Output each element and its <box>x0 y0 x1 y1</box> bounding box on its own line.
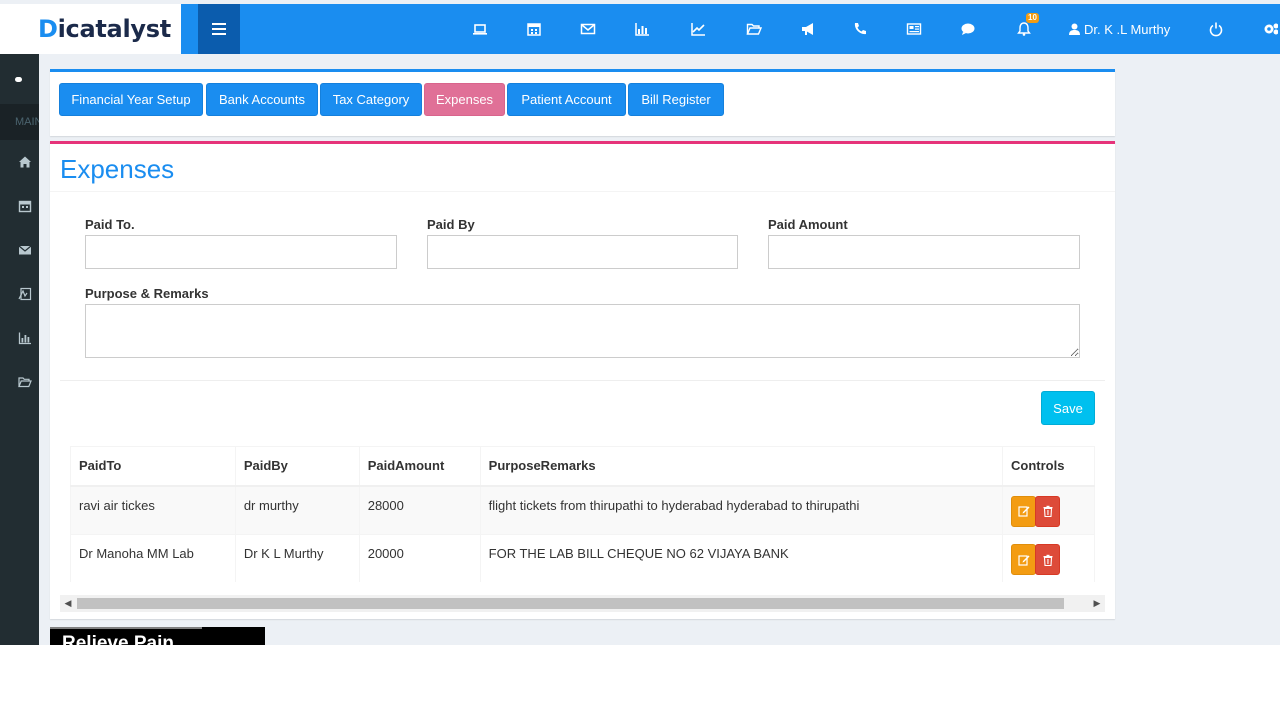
tab-tax-category[interactable]: Tax Category <box>320 83 422 116</box>
sidebar-user-status <box>0 54 39 104</box>
laptop-icon[interactable] <box>470 4 490 54</box>
user-icon <box>1069 23 1080 35</box>
column-header-paidto[interactable]: PaidTo <box>70 446 236 487</box>
envelope-icon <box>18 245 32 255</box>
app-viewport: Dicatalyst 10 Dr. K .L Murthy MAIN Finan… <box>0 0 1280 645</box>
hamburger-menu-icon[interactable] <box>198 4 240 54</box>
title-divider <box>50 191 1115 192</box>
calendar-icon <box>18 200 32 213</box>
phone-icon[interactable] <box>850 4 870 54</box>
column-header-paidamount[interactable]: PaidAmount <box>358 446 481 487</box>
edit-icon <box>1017 554 1030 566</box>
tab-financial-year-setup[interactable]: Financial Year Setup <box>59 83 203 116</box>
scroll-right-arrow-icon[interactable]: ▶ <box>1089 595 1105 612</box>
left-sidebar: MAIN <box>0 54 39 645</box>
cell-amount: 28000 <box>358 485 481 535</box>
paid-to-input[interactable] <box>85 235 397 269</box>
table-row: ravi air tickes dr murthy 28000 flight t… <box>70 485 1095 535</box>
settings-gears-icon[interactable] <box>1260 4 1280 54</box>
status-dot-icon <box>15 76 22 82</box>
trash-icon <box>1043 554 1053 566</box>
form-divider <box>60 380 1105 381</box>
cell-remarks: FOR THE LAB BILL CHEQUE NO 62 VIJAYA BAN… <box>479 534 1004 582</box>
bullhorn-icon[interactable] <box>798 4 818 54</box>
bell-icon[interactable]: 10 <box>1012 4 1039 54</box>
paid-to-label: Paid To. <box>85 217 135 232</box>
sidebar-item-mail[interactable] <box>0 228 39 272</box>
tab-bill-register[interactable]: Bill Register <box>628 83 724 116</box>
cell-remarks: flight tickets from thirupathi to hydera… <box>479 485 1004 535</box>
folder-icon <box>18 377 32 388</box>
tab-bank-accounts[interactable]: Bank Accounts <box>206 83 318 116</box>
home-icon <box>19 156 31 168</box>
tab-patient-account[interactable]: Patient Account <box>507 83 626 116</box>
trash-icon <box>1043 505 1053 517</box>
column-header-purposeremarks[interactable]: PurposeRemarks <box>479 446 1004 487</box>
power-icon[interactable] <box>1206 4 1226 54</box>
remarks-label: Purpose & Remarks <box>85 286 209 301</box>
tab-expenses[interactable]: Expenses <box>424 83 505 116</box>
brand-logo[interactable]: Dicatalyst <box>0 4 181 54</box>
edit-button[interactable] <box>1011 495 1037 527</box>
paid-by-label: Paid By <box>427 217 475 232</box>
logo-letter: D <box>38 15 58 43</box>
page-title: Expenses <box>60 154 175 184</box>
remarks-textarea[interactable] <box>85 304 1080 358</box>
cell-paid-by: Dr K L Murthy <box>234 534 360 582</box>
expenses-box: Expenses Paid To. Paid By Paid Amount Pu… <box>50 141 1115 619</box>
paid-by-input[interactable] <box>427 235 738 269</box>
newspaper-icon[interactable] <box>904 4 924 54</box>
cell-paid-to: Dr Manoha MM Lab <box>70 534 236 582</box>
settings-tabs-box: Financial Year Setup Bank Accounts Tax C… <box>50 69 1115 136</box>
bar-chart-icon[interactable] <box>632 4 652 54</box>
user-menu[interactable]: Dr. K .L Murthy <box>1069 4 1170 54</box>
ad-banner-top-line <box>50 627 202 629</box>
calendar-icon[interactable] <box>524 4 544 54</box>
comment-icon[interactable] <box>958 4 978 54</box>
paid-amount-label: Paid Amount <box>768 217 848 232</box>
edit-icon <box>1017 506 1030 517</box>
save-button[interactable]: Save <box>1041 391 1095 425</box>
table-horizontal-scrollbar[interactable]: ◀ ▶ <box>60 595 1105 612</box>
ad-banner[interactable]: Relieve Pain <box>50 627 265 645</box>
line-chart-icon[interactable] <box>688 4 708 54</box>
cell-amount: 20000 <box>358 534 481 582</box>
top-navbar: Dicatalyst 10 Dr. K .L Murthy <box>0 4 1280 54</box>
column-header-paidby[interactable]: PaidBy <box>234 446 360 487</box>
ad-banner-text: Relieve Pain <box>62 633 174 645</box>
edit-button[interactable] <box>1011 544 1037 575</box>
folder-open-icon[interactable] <box>744 4 764 54</box>
sidebar-main-header: MAIN <box>0 104 39 140</box>
scroll-left-arrow-icon[interactable]: ◀ <box>60 595 76 612</box>
expenses-table: PaidTo PaidBy PaidAmount PurposeRemarks … <box>70 446 1095 582</box>
cell-controls <box>1002 485 1095 535</box>
pdf-icon <box>18 287 32 301</box>
cell-paid-to: ravi air tickes <box>70 485 236 535</box>
expenses-table-wrapper: PaidTo PaidBy PaidAmount PurposeRemarks … <box>70 446 1095 582</box>
envelope-icon[interactable] <box>578 4 598 54</box>
cell-paid-by: dr murthy <box>234 485 360 535</box>
sidebar-item-calendar[interactable] <box>0 184 39 228</box>
sidebar-item-documents[interactable] <box>0 272 39 316</box>
logo-text: icatalyst <box>57 15 172 43</box>
sidebar-item-home[interactable] <box>0 140 39 184</box>
table-row: Dr Manoha MM Lab Dr K L Murthy 20000 FOR… <box>70 534 1095 582</box>
paid-amount-input[interactable] <box>768 235 1080 269</box>
sidebar-item-reports[interactable] <box>0 316 39 360</box>
delete-button[interactable] <box>1035 544 1061 575</box>
cell-controls <box>1002 534 1095 582</box>
user-name: Dr. K .L Murthy <box>1084 21 1171 37</box>
scrollbar-thumb[interactable] <box>77 598 1064 609</box>
column-header-controls: Controls <box>1002 446 1095 487</box>
bar-chart-icon <box>18 332 31 345</box>
sidebar-item-files[interactable] <box>0 360 39 404</box>
notification-count-badge: 10 <box>1026 13 1039 23</box>
delete-button[interactable] <box>1035 495 1061 527</box>
table-header-row: PaidTo PaidBy PaidAmount PurposeRemarks … <box>70 446 1095 487</box>
